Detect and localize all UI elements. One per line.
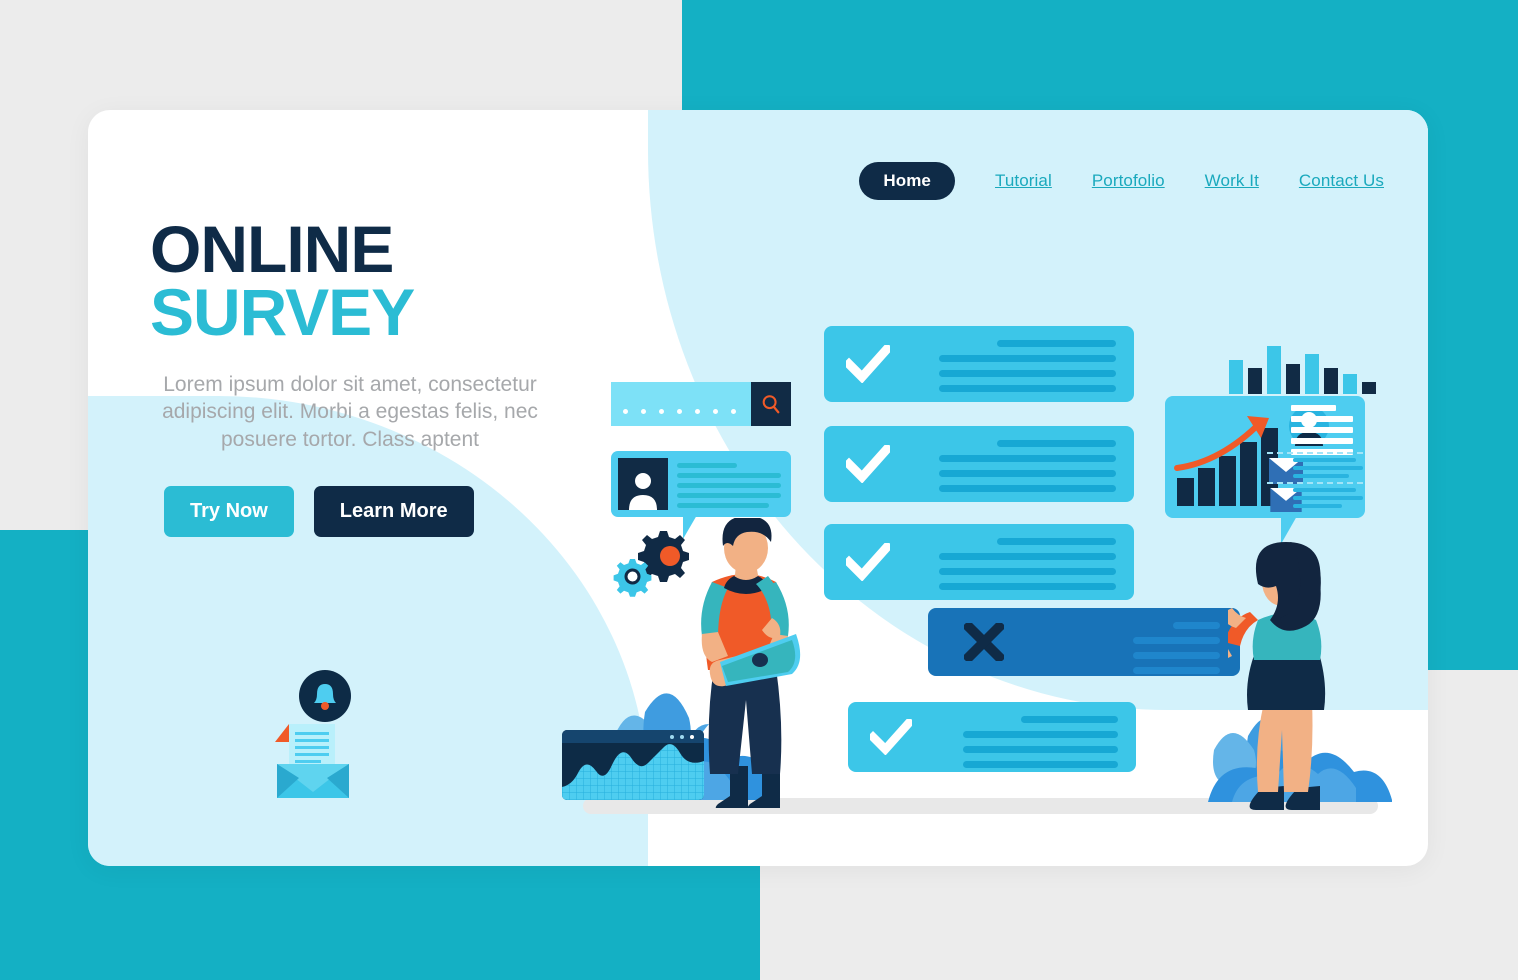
checklist-card-1[interactable] [824, 326, 1134, 402]
nav-item-tutorial[interactable]: Tutorial [995, 171, 1052, 191]
main-navigation: Home Tutorial Portofolio Work It Contact… [859, 162, 1384, 200]
checklist-text-lines [939, 340, 1116, 400]
page-stage: Home Tutorial Portofolio Work It Contact… [0, 0, 1518, 980]
checklist-card-5[interactable] [848, 702, 1136, 772]
search-icon [762, 395, 780, 414]
checklist-text-lines [939, 538, 1116, 598]
bubble-tail [1281, 516, 1297, 544]
nav-item-portofolio[interactable]: Portofolio [1092, 171, 1165, 191]
landing-card: Home Tutorial Portofolio Work It Contact… [88, 110, 1428, 866]
checklist-text-lines [963, 716, 1118, 776]
woman-pointing [1228, 542, 1326, 810]
nav-item-contact-us[interactable]: Contact Us [1299, 171, 1384, 191]
analytics-mail-lines-1 [1293, 458, 1363, 482]
profile-card-bubble [611, 451, 791, 539]
hero-button-row: Try Now Learn More [150, 485, 590, 537]
divider-dashed-1 [1267, 452, 1363, 454]
notification-bell[interactable] [299, 670, 351, 722]
cross-icon [964, 623, 1004, 661]
search-input[interactable] [611, 382, 751, 426]
bell-icon [314, 684, 336, 710]
check-icon [846, 345, 890, 383]
wave-area-chart [562, 744, 704, 800]
rejected-text-lines [1133, 622, 1220, 682]
check-icon [846, 445, 890, 483]
search-widget[interactable] [611, 382, 791, 426]
checklist-text-lines [939, 440, 1116, 500]
check-icon [846, 543, 890, 581]
mini-bar-chart [1229, 338, 1376, 394]
gear-small-icon [613, 559, 652, 597]
hero-section: ONLINE SURVEY Lorem ipsum dolor sit amet… [150, 216, 590, 537]
nav-item-home[interactable]: Home [859, 162, 955, 200]
window-dot-3 [690, 735, 694, 739]
user-avatar-icon [618, 458, 668, 510]
checklist-card-2[interactable] [824, 426, 1134, 502]
learn-more-button[interactable]: Learn More [313, 485, 474, 537]
area-chart-window[interactable] [562, 730, 704, 800]
title-line-2: SURVEY [150, 275, 415, 350]
checklist-card-3[interactable] [824, 524, 1134, 600]
search-button[interactable] [751, 382, 791, 426]
window-dot-2 [680, 735, 684, 739]
hero-description: Lorem ipsum dolor sit amet, consectetur … [162, 372, 538, 452]
try-now-button[interactable]: Try Now [164, 485, 294, 537]
nav-item-work-it[interactable]: Work It [1205, 171, 1259, 191]
page-title: ONLINE SURVEY [150, 216, 590, 350]
envelope-document-icon [275, 724, 349, 798]
rejected-card[interactable] [928, 608, 1240, 676]
window-titlebar [562, 730, 704, 743]
analytics-mail-lines-2 [1293, 488, 1363, 512]
search-input-dots [623, 409, 736, 414]
analytics-bubble [1165, 396, 1365, 544]
check-icon [870, 719, 912, 755]
avatar-glyph-icon [629, 473, 657, 510]
window-dot-1 [670, 735, 674, 739]
divider-dashed-2 [1267, 482, 1363, 484]
profile-text-lines [677, 463, 781, 513]
